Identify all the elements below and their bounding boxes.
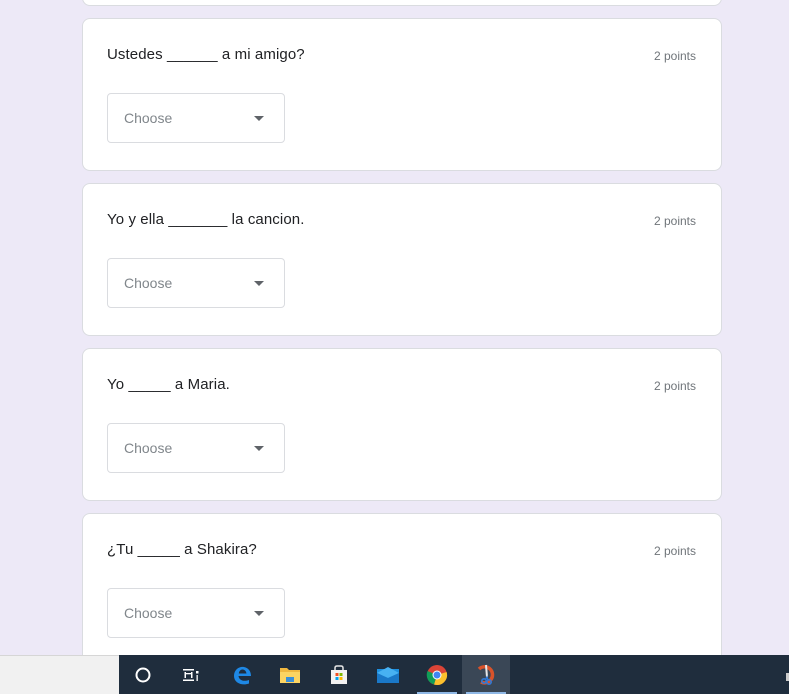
taskbar: [119, 655, 789, 694]
store-icon: [331, 664, 347, 684]
question-text: Ustedes ______ a mi amigo?: [107, 46, 305, 63]
store-button[interactable]: [315, 655, 363, 694]
answer-dropdown[interactable]: Choose: [107, 588, 285, 638]
dropdown-arrow-icon: [254, 446, 264, 451]
cortana-icon: [135, 667, 151, 682]
points-label: 2 points: [653, 544, 696, 558]
file-explorer-icon: [280, 667, 300, 683]
question-card: Yo y ella _______ la cancion. 2 points C…: [82, 183, 722, 336]
points-label: 2 points: [653, 379, 696, 393]
dropdown-arrow-icon: [254, 611, 264, 616]
previous-question-card: [82, 0, 722, 6]
points-label: 2 points: [653, 49, 696, 63]
chrome-icon: [426, 664, 448, 685]
dropdown-placeholder: Choose: [124, 605, 173, 621]
dropdown-arrow-icon: [254, 116, 264, 121]
edge-button[interactable]: [218, 655, 266, 694]
question-card: Yo _____ a Maria. 2 points Choose: [82, 348, 722, 501]
question-text: ¿Tu _____ a Shakira?: [107, 541, 257, 558]
snipping-tool-button[interactable]: [462, 655, 510, 694]
question-text: Yo _____ a Maria.: [107, 376, 230, 393]
question-card: Ustedes ______ a mi amigo? 2 points Choo…: [82, 18, 722, 171]
answer-dropdown[interactable]: Choose: [107, 258, 285, 308]
mail-icon: [377, 666, 399, 683]
task-view-icon: [183, 668, 199, 681]
dropdown-placeholder: Choose: [124, 110, 173, 126]
chrome-button[interactable]: [413, 655, 461, 694]
snipping-tool-icon: [477, 664, 495, 685]
points-label: 2 points: [653, 214, 696, 228]
dropdown-placeholder: Choose: [124, 275, 173, 291]
taskbar-search-area[interactable]: [0, 655, 119, 694]
dropdown-arrow-icon: [254, 281, 264, 286]
form-page: Ustedes ______ a mi amigo? 2 points Choo…: [0, 0, 789, 694]
task-view-button[interactable]: [167, 655, 215, 694]
dropdown-placeholder: Choose: [124, 440, 173, 456]
edge-icon: [234, 666, 251, 684]
file-explorer-button[interactable]: [266, 655, 314, 694]
cortana-button[interactable]: [119, 655, 167, 694]
answer-dropdown[interactable]: Choose: [107, 93, 285, 143]
answer-dropdown[interactable]: Choose: [107, 423, 285, 473]
mail-button[interactable]: [364, 655, 412, 694]
question-text: Yo y ella _______ la cancion.: [107, 211, 305, 228]
